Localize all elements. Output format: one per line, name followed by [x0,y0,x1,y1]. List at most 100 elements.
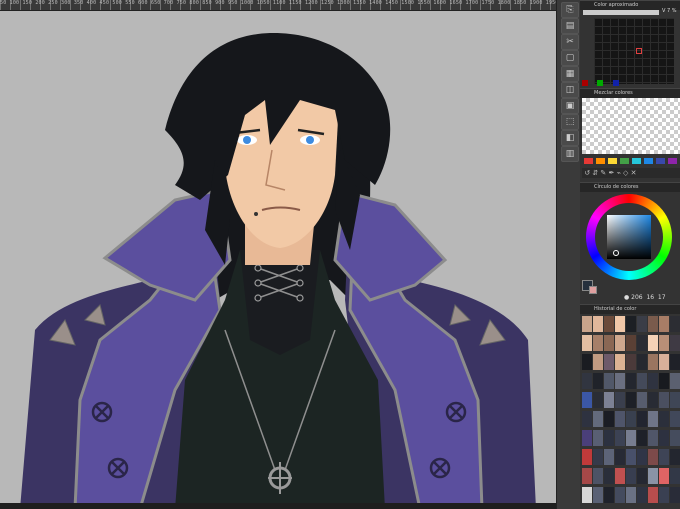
history-swatch[interactable] [615,468,625,484]
history-swatch[interactable] [593,392,603,408]
history-swatch[interactable] [604,335,614,351]
history-swatch[interactable] [659,392,669,408]
history-swatch[interactable] [615,449,625,465]
hue-ring[interactable] [586,194,672,280]
mixer-tools[interactable]: ↺ ⇵ ✎ ✒ ⌁ ◇ ✕ [582,168,680,178]
palette-swatch[interactable] [608,158,617,164]
history-swatch[interactable] [648,449,658,465]
value-slider[interactable] [583,10,659,15]
history-swatch[interactable] [659,468,669,484]
history-swatch[interactable] [637,335,647,351]
history-swatch[interactable] [670,335,680,351]
history-swatch[interactable] [615,316,625,332]
history-swatch[interactable] [593,468,603,484]
history-swatch[interactable] [670,373,680,389]
history-swatch[interactable] [659,411,669,427]
history-swatch[interactable] [637,411,647,427]
history-swatch[interactable] [648,411,658,427]
history-swatch[interactable] [582,487,592,503]
history-swatch[interactable] [615,430,625,446]
selection-icon[interactable]: ⬚ [561,114,579,130]
transform-icon[interactable]: ◫ [561,82,579,98]
history-swatch[interactable] [593,430,603,446]
fill-icon[interactable]: ▦ [561,66,579,82]
history-swatch[interactable] [637,430,647,446]
history-swatch[interactable] [626,392,636,408]
history-swatch[interactable] [604,487,614,503]
history-swatch[interactable] [582,411,592,427]
history-swatch[interactable] [648,335,658,351]
history-swatch[interactable] [604,354,614,370]
palette-swatch[interactable] [596,158,605,164]
history-swatch[interactable] [626,449,636,465]
history-swatch[interactable] [637,392,647,408]
settings-icon[interactable]: ▥ [561,146,579,162]
history-swatch[interactable] [626,316,636,332]
history-swatch[interactable] [670,316,680,332]
history-swatch[interactable] [615,392,625,408]
history-swatch[interactable] [604,449,614,465]
history-swatch[interactable] [626,487,636,503]
palette-swatch[interactable] [584,158,593,164]
history-swatch[interactable] [615,335,625,351]
approx-color-grid[interactable] [594,18,674,84]
history-swatch[interactable] [604,373,614,389]
history-swatch[interactable] [648,354,658,370]
history-swatch[interactable] [604,468,614,484]
history-swatch[interactable] [582,449,592,465]
history-swatch[interactable] [593,411,603,427]
palette-swatch[interactable] [632,158,641,164]
palette-swatch[interactable] [668,158,677,164]
history-swatch[interactable] [582,392,592,408]
paste-icon[interactable]: ▤ [561,18,579,34]
history-swatch[interactable] [670,354,680,370]
history-swatch[interactable] [670,468,680,484]
history-swatch[interactable] [582,430,592,446]
history-swatch[interactable] [615,354,625,370]
mixing-area[interactable] [582,98,680,154]
history-swatch[interactable] [593,449,603,465]
history-swatch[interactable] [670,487,680,503]
history-swatch[interactable] [582,468,592,484]
history-swatch[interactable] [593,354,603,370]
clear-icon[interactable]: ▢ [561,50,579,66]
history-swatch[interactable] [659,335,669,351]
history-swatch[interactable] [637,354,647,370]
history-swatch[interactable] [615,373,625,389]
history-swatch[interactable] [670,411,680,427]
history-swatch[interactable] [604,392,614,408]
history-swatch[interactable] [648,430,658,446]
history-swatch[interactable] [648,487,658,503]
history-swatch[interactable] [637,468,647,484]
history-swatch[interactable] [637,373,647,389]
copy-icon[interactable]: ⎘ [561,2,579,18]
history-swatch[interactable] [637,449,647,465]
history-swatch[interactable] [648,316,658,332]
history-swatch[interactable] [593,373,603,389]
history-swatch[interactable] [659,354,669,370]
layer-icon[interactable]: ▣ [561,98,579,114]
history-swatch[interactable] [670,430,680,446]
history-swatch[interactable] [659,373,669,389]
history-swatch[interactable] [604,316,614,332]
palette-swatch[interactable] [644,158,653,164]
drawing-canvas[interactable] [0,11,556,509]
history-swatch[interactable] [582,373,592,389]
history-swatch[interactable] [659,449,669,465]
history-swatch[interactable] [626,335,636,351]
history-swatch[interactable] [648,392,658,408]
history-swatch[interactable] [593,335,603,351]
history-swatch[interactable] [604,430,614,446]
history-swatch[interactable] [659,487,669,503]
history-swatch[interactable] [648,468,658,484]
history-swatch[interactable] [615,487,625,503]
history-swatch[interactable] [637,487,647,503]
history-swatch[interactable] [626,354,636,370]
invert-icon[interactable]: ◧ [561,130,579,146]
palette-swatch[interactable] [620,158,629,164]
history-swatch[interactable] [670,392,680,408]
history-swatch[interactable] [626,411,636,427]
history-swatch[interactable] [582,335,592,351]
history-swatch[interactable] [615,411,625,427]
history-swatch[interactable] [670,449,680,465]
